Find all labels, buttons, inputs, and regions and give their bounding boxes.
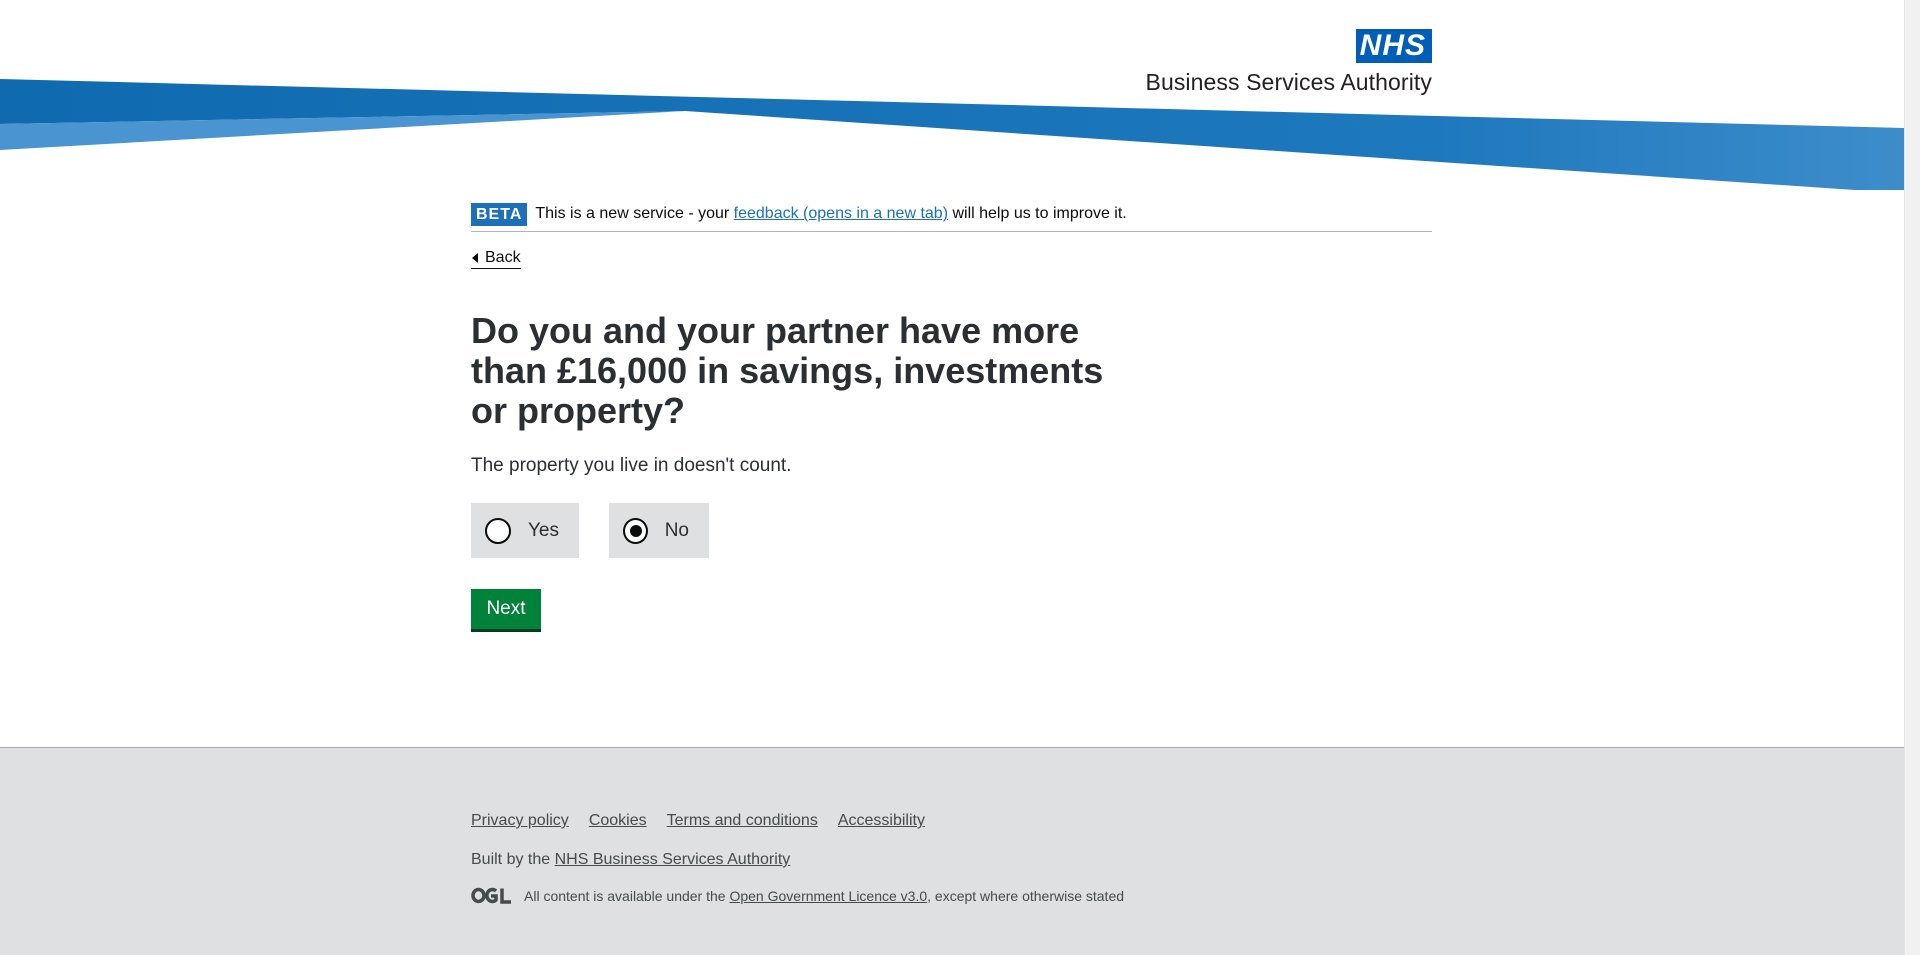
radio-label-yes: Yes	[528, 519, 559, 541]
radio-button-yes[interactable]	[485, 517, 511, 544]
next-button[interactable]: Next	[471, 589, 541, 629]
licence-text: All content is available under the Open …	[471, 887, 1124, 904]
logo-text: Business Services Authority	[1145, 69, 1432, 95]
radio-label-no: No	[664, 519, 689, 541]
beta-text-after: will help us to improve it.	[948, 205, 1127, 222]
accessibility-link[interactable]: Accessibility	[838, 812, 925, 830]
licence-prefix: All content is available under the	[524, 887, 726, 904]
back-link[interactable]: Back	[471, 248, 521, 269]
feedback-link[interactable]: feedback (opens in a new tab)	[734, 205, 948, 222]
question-hint: The property you live in doesn't count.	[471, 455, 792, 476]
radio-option-yes[interactable]: Yes	[471, 503, 579, 558]
ogl-licence-link[interactable]: Open Government Licence v3.0	[729, 888, 927, 904]
page-title: Do you and your partner have more than £…	[471, 310, 1104, 431]
licence-suffix: , except where otherwise stated	[927, 887, 1125, 904]
radio-button-no[interactable]	[623, 517, 648, 544]
cookies-link[interactable]: Cookies	[589, 812, 647, 830]
beta-banner: BETA This is a new service - your feedba…	[471, 197, 1432, 232]
site-header: NHS Business Services Authority	[0, 0, 1904, 200]
built-by: Built by the NHS Business Services Autho…	[471, 851, 790, 869]
beta-tag: BETA	[471, 202, 528, 226]
nhs-logo-mark: NHS	[1355, 29, 1432, 63]
footer-links: Privacy policy Cookies Terms and conditi…	[471, 812, 925, 830]
privacy-policy-link[interactable]: Privacy policy	[471, 812, 569, 830]
site-footer: Privacy policy Cookies Terms and conditi…	[0, 747, 1904, 955]
beta-text-before: This is a new service - your	[535, 205, 734, 222]
terms-link[interactable]: Terms and conditions	[667, 812, 818, 830]
header-swoosh-graphic	[0, 79, 1904, 190]
page: NHS Business Services Authority BETA Thi…	[0, 0, 1904, 955]
vertical-scrollbar[interactable]	[1904, 0, 1920, 955]
nhsbsa-link[interactable]: NHS Business Services Authority	[555, 851, 791, 868]
nhsbsa-logo[interactable]: NHS Business Services Authority	[1129, 29, 1432, 96]
ogl-icon	[471, 887, 511, 904]
beta-text: This is a new service - your feedback (o…	[535, 205, 1126, 223]
radio-option-no[interactable]: No	[609, 503, 709, 558]
built-by-prefix: Built by the	[471, 851, 555, 868]
